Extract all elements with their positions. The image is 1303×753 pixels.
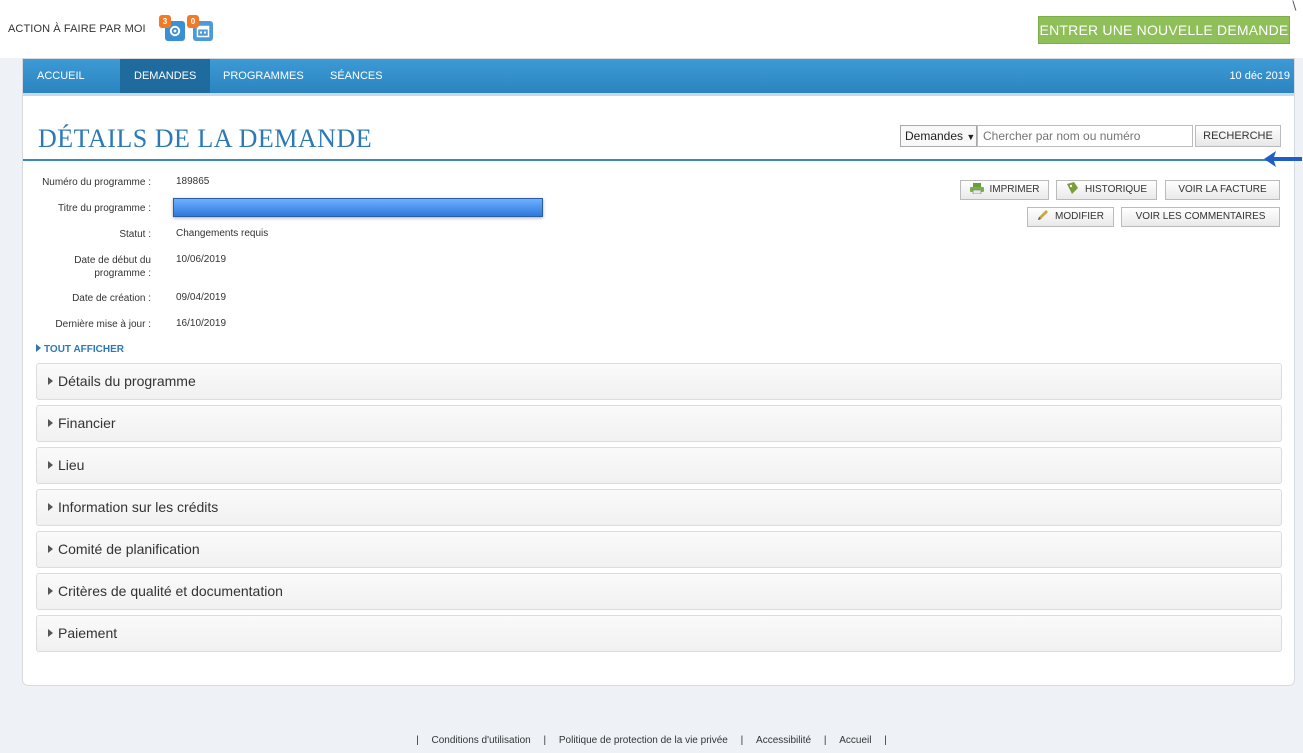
- search-input[interactable]: [977, 125, 1193, 147]
- section-location[interactable]: Lieu: [36, 447, 1282, 484]
- start-date-label-line1: Date de début du: [74, 255, 151, 266]
- blue-arrow-annotation-icon: [1264, 151, 1302, 167]
- calendar-task-icon[interactable]: 0: [187, 15, 213, 41]
- footer-link-home[interactable]: Accueil: [834, 735, 876, 746]
- history-icon: [1066, 182, 1078, 195]
- section-label: Financier: [58, 415, 116, 431]
- section-label: Information sur les crédits: [58, 499, 219, 515]
- print-button[interactable]: IMPRIMER: [960, 180, 1049, 200]
- nav-current-date: 10 déc 2019: [1229, 70, 1290, 82]
- footer-links: | Conditions d'utilisation | Politique d…: [0, 735, 1303, 746]
- section-payment[interactable]: Paiement: [36, 615, 1282, 652]
- status-label: Statut :: [119, 229, 151, 240]
- caret-right-icon: [48, 461, 53, 469]
- pencil-icon: [1038, 210, 1049, 221]
- footer-separator: |: [416, 735, 419, 746]
- search-scope-select[interactable]: Demandes ▼: [900, 125, 977, 147]
- footer-separator: |: [823, 735, 827, 746]
- printer-icon: [969, 182, 984, 194]
- section-label: Lieu: [58, 457, 85, 473]
- settings-task-icon[interactable]: 3: [159, 15, 185, 41]
- caret-right-icon: [48, 587, 53, 595]
- caret-right-icon: [48, 503, 53, 511]
- start-date-label: Date de début du programme :: [23, 254, 151, 280]
- status-value: Changements requis: [176, 228, 269, 239]
- history-button[interactable]: HISTORIQUE: [1056, 180, 1157, 200]
- gear-count-badge: 3: [159, 15, 171, 28]
- footer-separator: |: [884, 735, 887, 746]
- caret-right-icon: [48, 419, 53, 427]
- program-number-value: 189865: [176, 176, 210, 187]
- start-date-value: 10/06/2019: [176, 254, 227, 265]
- section-label: Paiement: [58, 625, 118, 641]
- caret-right-icon: [36, 344, 41, 352]
- nav-item-demandes[interactable]: DEMANDES: [120, 59, 211, 93]
- view-invoice-button[interactable]: VOIR LA FACTURE: [1165, 180, 1280, 200]
- footer-separator: |: [740, 735, 744, 746]
- page-title: DÉTAILS DE LA DEMANDE: [38, 124, 373, 153]
- section-credits-info[interactable]: Information sur les crédits: [36, 489, 1282, 526]
- section-label: Critères de qualité et documentation: [58, 583, 283, 599]
- created-date-label: Date de création :: [72, 293, 151, 304]
- footer-link-accessibility[interactable]: Accessibilité: [751, 735, 816, 746]
- section-financial[interactable]: Financier: [36, 405, 1282, 442]
- main-nav: ACCUEIL DEMANDES PROGRAMMES SÉANCES 10 d…: [23, 59, 1294, 93]
- nav-item-accueil[interactable]: ACCUEIL: [23, 59, 99, 93]
- calendar-count-badge: 0: [187, 15, 199, 28]
- show-all-toggle[interactable]: TOUT AFFICHER: [36, 344, 124, 355]
- section-program-details[interactable]: Détails du programme: [36, 363, 1282, 400]
- nav-item-seances[interactable]: SÉANCES: [316, 59, 397, 93]
- print-label: IMPRIMER: [989, 184, 1040, 195]
- action-to-do-label: ACTION À FAIRE PAR MOI: [8, 23, 146, 35]
- history-label: HISTORIQUE: [1084, 184, 1148, 195]
- nav-item-programmes[interactable]: PROGRAMMES: [209, 59, 318, 93]
- program-title-redacted: [173, 198, 543, 217]
- section-label: Détails du programme: [58, 373, 196, 389]
- start-date-label-line2: programme :: [94, 268, 151, 279]
- edit-button[interactable]: MODIFIER: [1027, 207, 1114, 227]
- updated-date-value: 16/10/2019: [176, 318, 227, 329]
- show-all-label: TOUT AFFICHER: [44, 344, 124, 355]
- new-request-button[interactable]: ENTRER UNE NOUVELLE DEMANDE: [1038, 16, 1290, 44]
- caret-right-icon: [48, 545, 53, 553]
- corner-caret-icon: ∖: [1290, 0, 1298, 13]
- footer-link-privacy[interactable]: Politique de protection de la vie privée: [554, 735, 733, 746]
- section-quality-criteria[interactable]: Critères de qualité et documentation: [36, 573, 1282, 610]
- main-card: ACCUEIL DEMANDES PROGRAMMES SÉANCES 10 d…: [22, 58, 1295, 686]
- section-label: Comité de planification: [58, 541, 200, 557]
- footer-link-terms[interactable]: Conditions d'utilisation: [427, 735, 536, 746]
- updated-date-label: Dernière mise à jour :: [55, 319, 151, 330]
- program-title-label: Titre du programme :: [58, 203, 151, 214]
- edit-label: MODIFIER: [1055, 211, 1104, 222]
- program-number-label: Numéro du programme :: [42, 177, 151, 188]
- nav-underline: [23, 93, 1294, 96]
- footer-separator: |: [543, 735, 547, 746]
- created-date-value: 09/04/2019: [176, 292, 227, 303]
- caret-right-icon: [48, 377, 53, 385]
- search-scope-value: Demandes: [905, 129, 964, 143]
- title-divider: [23, 159, 1294, 161]
- caret-down-icon: ▼: [966, 132, 976, 142]
- search-button[interactable]: RECHERCHE: [1195, 125, 1281, 147]
- caret-right-icon: [48, 629, 53, 637]
- view-comments-button[interactable]: VOIR LES COMMENTAIRES: [1121, 207, 1280, 227]
- section-planning-committee[interactable]: Comité de planification: [36, 531, 1282, 568]
